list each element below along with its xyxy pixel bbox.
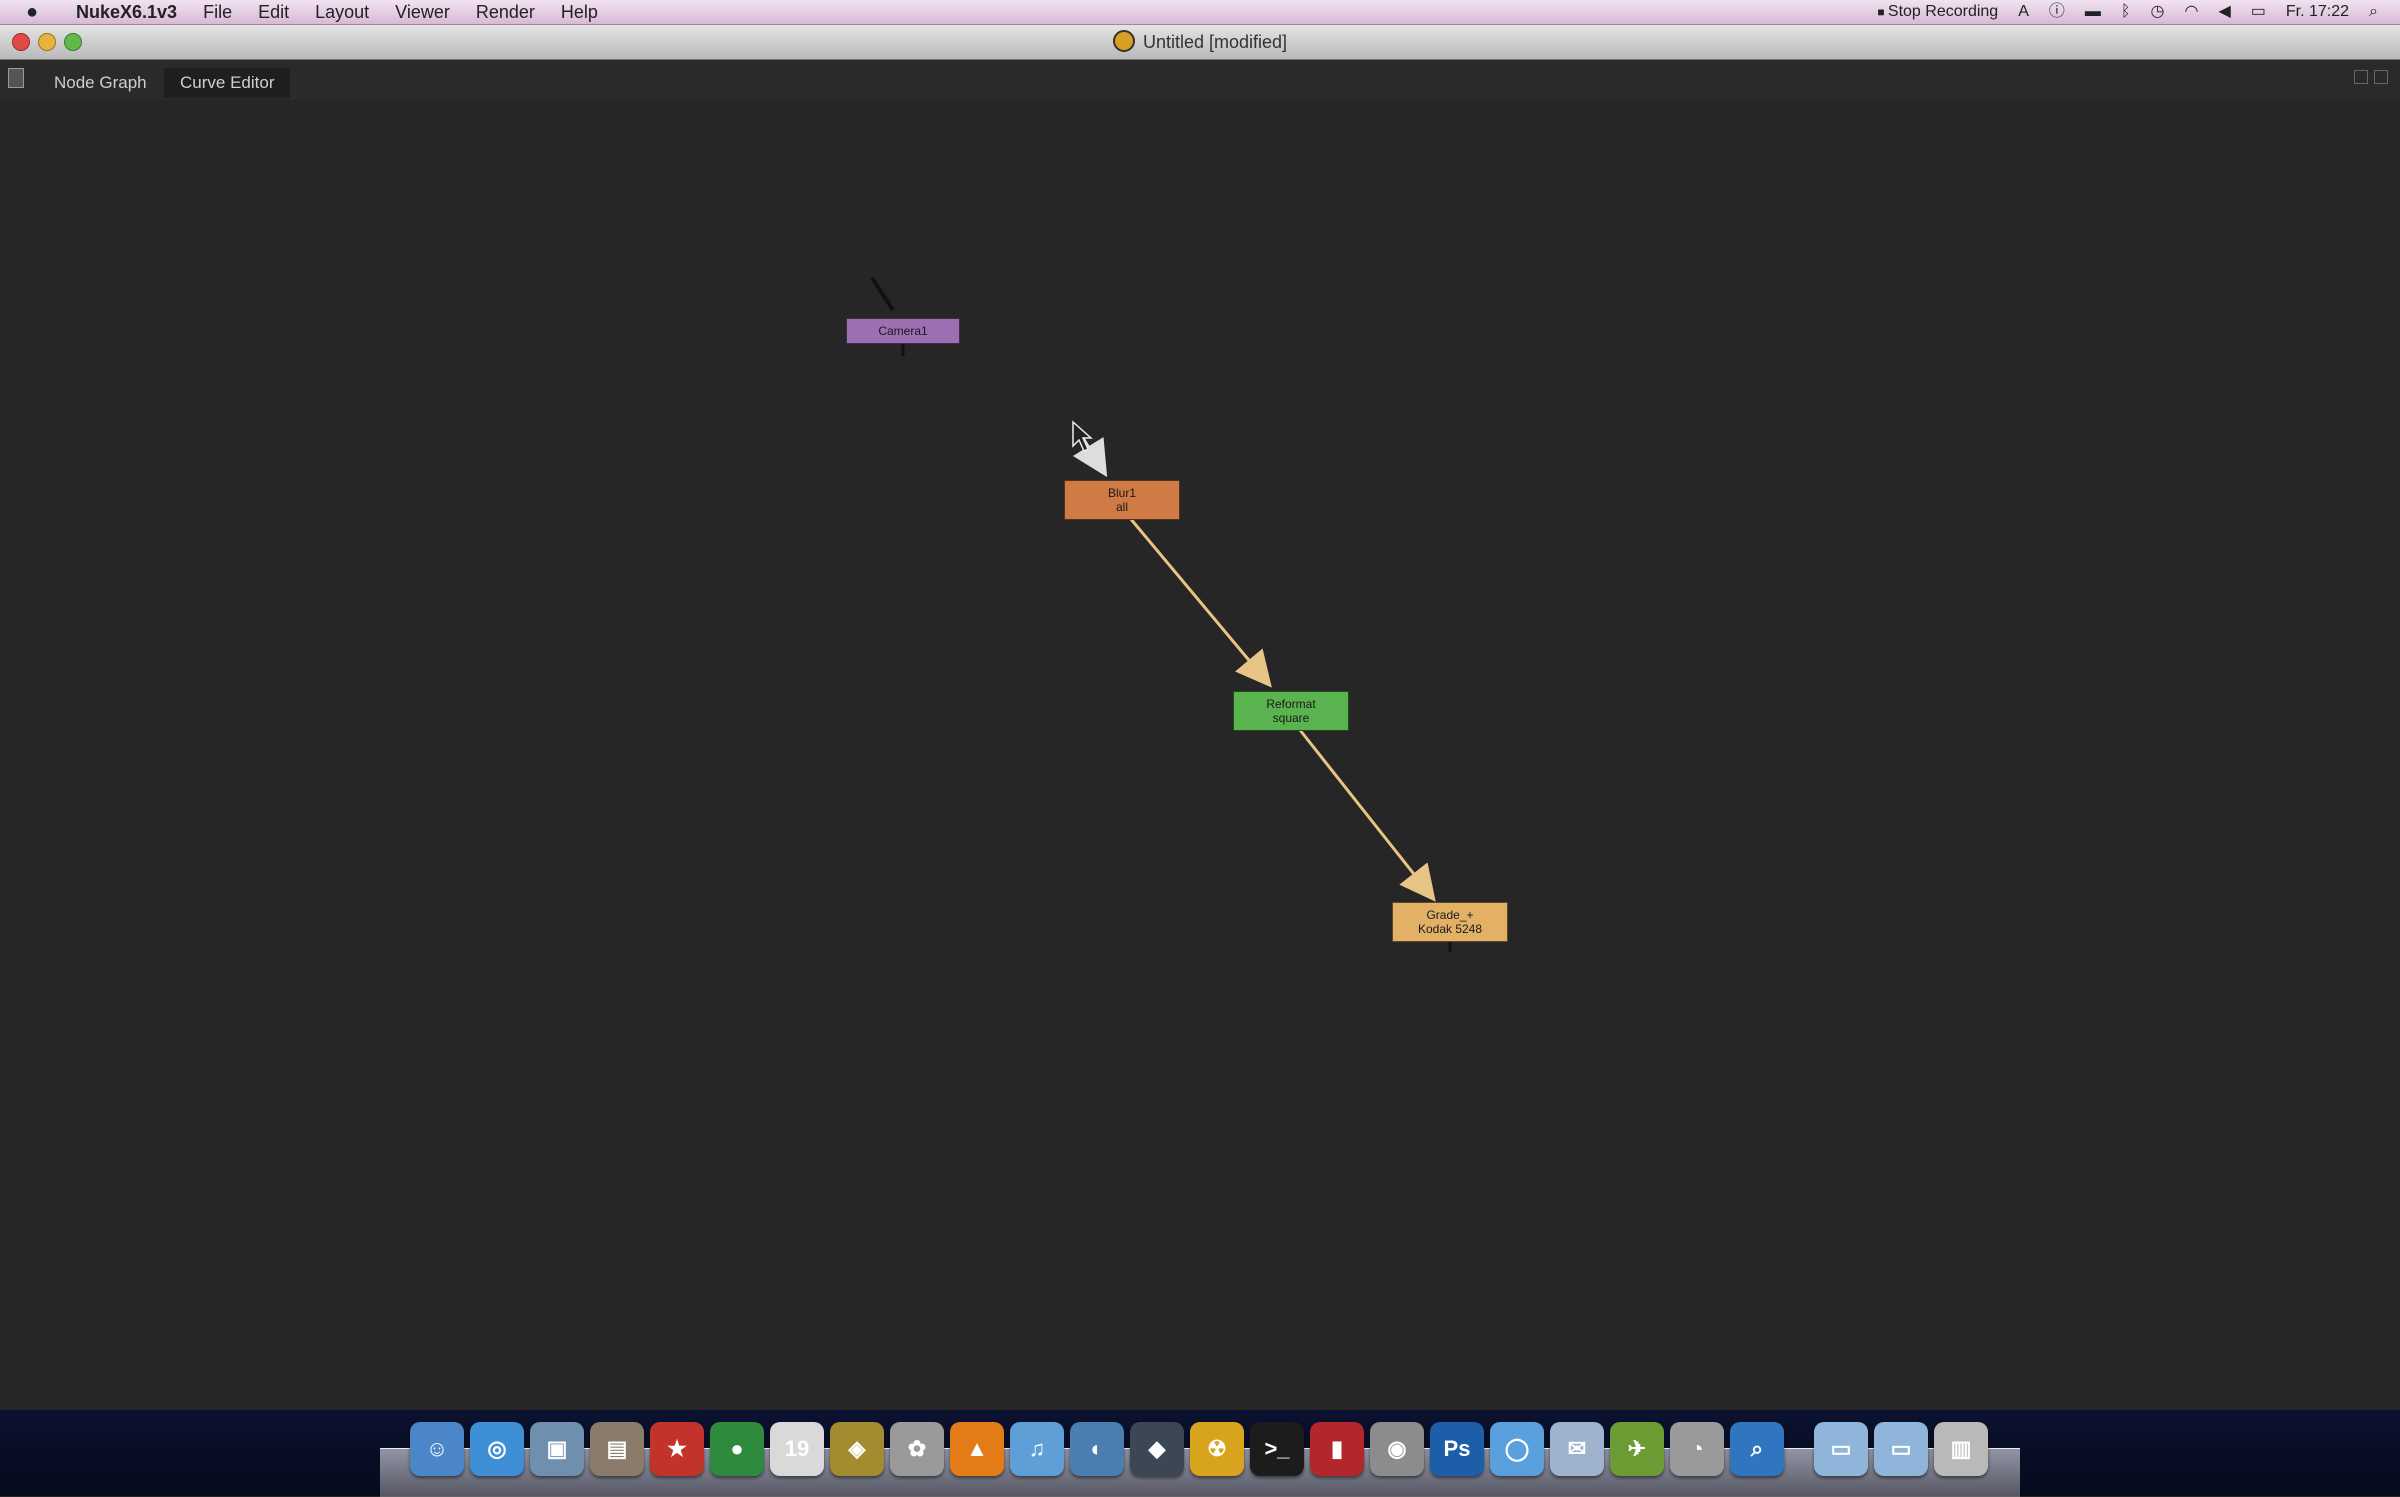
disk-icon[interactable]: ◔ (1670, 1422, 1724, 1476)
stop-recording-button[interactable]: Stop Recording (1877, 0, 1998, 24)
node-grade-label: Grade_+ (1426, 908, 1474, 922)
panel-close-icon[interactable] (2374, 70, 2388, 84)
panel-menu-icon[interactable] (8, 68, 24, 88)
window-titlebar: Untitled [modified] (0, 25, 2400, 60)
dock: ☺ ◎ ▣ ▤ ★ ● 19 ◈ ✿ ▲ ♫ ◐ ◆ ☢ >_ ▮ ◉ Ps ◯ ✉ ✈ ◔ ⌕ ▭ ▭ ▥ (0, 1410, 2400, 1497)
node-graph-canvas[interactable]: Camera1 Blur1 all Reformat square Grade_… (0, 100, 2400, 1410)
node-blur-sublabel: all (1115, 500, 1128, 514)
app2-icon[interactable]: ◐ (1070, 1422, 1124, 1476)
menu-render[interactable]: Render (476, 0, 535, 24)
itunes-icon[interactable]: ♫ (1010, 1422, 1064, 1476)
app-icon[interactable]: ◈ (830, 1422, 884, 1476)
nuke-icon[interactable]: ☢ (1190, 1422, 1244, 1476)
chat-icon[interactable]: ◯ (1490, 1422, 1544, 1476)
tab-curve-editor[interactable]: Curve Editor (164, 68, 291, 98)
search-app-icon[interactable]: ⌕ (1730, 1422, 1784, 1476)
menu-help[interactable]: Help (561, 0, 598, 24)
app4-icon[interactable]: ▮ (1310, 1422, 1364, 1476)
window-title: Untitled [modified] (0, 25, 2400, 59)
dock-separator (1790, 1422, 1808, 1476)
mail-icon[interactable]: ✉ (1550, 1422, 1604, 1476)
menu-layout[interactable]: Layout (315, 0, 369, 24)
notes-icon[interactable]: ▤ (590, 1422, 644, 1476)
node-blur-label: Blur1 (1107, 486, 1136, 500)
menu-bar: ● NukeX6.1v3 File Edit Layout Viewer Ren… (0, 0, 2400, 25)
node-reformat-sublabel: square (1272, 711, 1310, 725)
trash-icon[interactable]: ▥ (1934, 1422, 1988, 1476)
battery-icon[interactable]: ▭ (2251, 0, 2266, 24)
tab-node-graph[interactable]: Node Graph (38, 68, 163, 98)
clock[interactable]: Fr. 17:22 (2286, 0, 2349, 24)
globe-icon[interactable]: ● (710, 1422, 764, 1476)
apple-menu-icon[interactable]: ● (26, 0, 38, 24)
window-title-text: Untitled [modified] (1142, 32, 1288, 52)
calendar-icon[interactable]: 19 (770, 1422, 824, 1476)
photoshop-icon[interactable]: Ps (1430, 1422, 1484, 1476)
panel-tab-bar: Node Graph Curve Editor (0, 60, 2400, 100)
safari-icon[interactable]: ◎ (470, 1422, 524, 1476)
finder-icon[interactable]: ☺ (410, 1422, 464, 1476)
node-reformat-label: Reformat (1266, 697, 1316, 711)
app5-icon[interactable]: ✈ (1610, 1422, 1664, 1476)
menu-file[interactable]: File (203, 0, 232, 24)
bluetooth-icon[interactable]: ᛒ (2121, 0, 2131, 24)
menu-viewer[interactable]: Viewer (395, 0, 450, 24)
node-camera[interactable]: Camera1 (846, 318, 960, 344)
app-menus: NukeX6.1v3 File Edit Layout Viewer Rende… (76, 0, 598, 24)
graph-connections (870, 276, 1452, 952)
game-icon[interactable]: ★ (650, 1422, 704, 1476)
menu-app-name[interactable]: NukeX6.1v3 (76, 0, 177, 24)
spotlight-icon[interactable]: ⌕ (2369, 0, 2378, 24)
terminal-icon[interactable]: >_ (1250, 1422, 1304, 1476)
pipe-blur-reformat[interactable] (1128, 517, 1272, 688)
app3-icon[interactable]: ◆ (1130, 1422, 1184, 1476)
time-machine-icon[interactable]: ◷ (2151, 0, 2165, 24)
display-icon[interactable]: ▬ (2085, 0, 2101, 24)
node-reformat[interactable]: Reformat square (1233, 691, 1349, 731)
folder2-icon[interactable]: ▭ (1874, 1422, 1928, 1476)
dock-icons: ☺ ◎ ▣ ▤ ★ ● 19 ◈ ✿ ▲ ♫ ◐ ◆ ☢ >_ ▮ ◉ Ps ◯ ✉ ✈ ◔ ⌕ ▭ ▭ ▥ (410, 1422, 1988, 1476)
info-icon[interactable]: ⓘ (2049, 0, 2065, 24)
nuke-logo-icon (1112, 30, 1135, 53)
pipe-reformat-grade[interactable] (1298, 729, 1436, 902)
node-blur[interactable]: Blur1 all (1064, 480, 1180, 520)
node-grade-sublabel: Kodak 5248 (1417, 922, 1483, 936)
preview-icon[interactable]: ▣ (530, 1422, 584, 1476)
folder-icon[interactable]: ▭ (1814, 1422, 1868, 1476)
status-area: Stop Recording A ⓘ ▬ ᛒ ◷ ◠ ◀ ▭ Fr. 17:22… (1877, 0, 2378, 24)
menu-edit[interactable]: Edit (258, 0, 289, 24)
screen-icon[interactable]: ◉ (1370, 1422, 1424, 1476)
node-camera-label: Camera1 (878, 324, 928, 338)
panel-float-icon[interactable] (2354, 70, 2368, 84)
volume-icon[interactable]: ◀ (2218, 0, 2230, 24)
wifi-icon[interactable]: ◠ (2184, 0, 2198, 24)
photos-icon[interactable]: ✿ (890, 1422, 944, 1476)
vlc-icon[interactable]: ▲ (950, 1422, 1004, 1476)
camera-input-pipe[interactable] (870, 276, 895, 312)
node-grade[interactable]: Grade_+ Kodak 5248 (1392, 902, 1508, 942)
adobe-icon[interactable]: A (2018, 0, 2029, 24)
